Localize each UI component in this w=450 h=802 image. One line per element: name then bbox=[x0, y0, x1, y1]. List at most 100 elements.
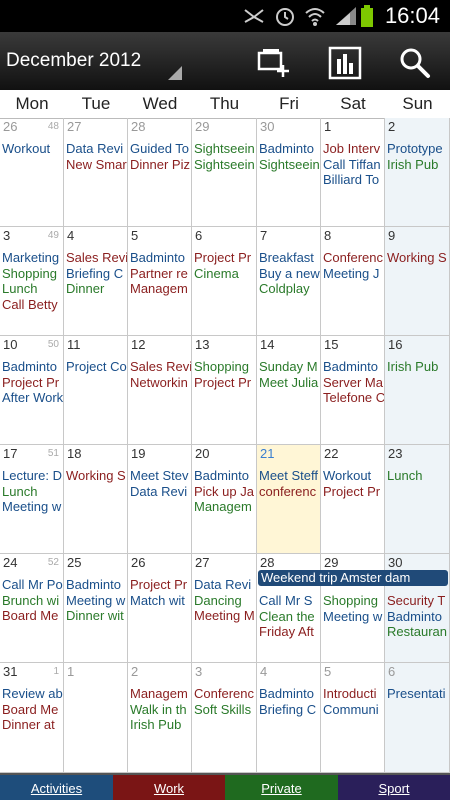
day-cell[interactable]: 25 Badminto Meeting w Dinner wit bbox=[64, 554, 128, 663]
event-item[interactable]: Dinner bbox=[66, 281, 104, 296]
event-item[interactable]: Partner re bbox=[130, 266, 188, 281]
event-item[interactable]: Project Pr bbox=[194, 250, 251, 265]
event-item[interactable]: Board Me bbox=[2, 702, 58, 717]
day-cell[interactable]: 6 Presentati bbox=[385, 663, 450, 773]
day-cell[interactable]: 22 Workout Project Pr bbox=[321, 445, 385, 554]
event-item[interactable]: Dancing bbox=[194, 593, 242, 608]
day-cell[interactable]: 18 Working S bbox=[64, 445, 128, 554]
day-cell[interactable]: 27 Data Revi Dancing Meeting M bbox=[192, 554, 257, 663]
event-item[interactable]: Server Ma bbox=[323, 375, 383, 390]
event-item[interactable]: Call Mr Po bbox=[2, 577, 63, 592]
event-item[interactable]: Meeting w bbox=[66, 593, 125, 608]
day-cell[interactable]: 26 48 Workout bbox=[0, 118, 64, 227]
multi-day-event[interactable]: Weekend trip Amster dam bbox=[258, 570, 448, 586]
day-cell[interactable]: 13 Shopping Project Pr bbox=[192, 336, 257, 445]
event-item[interactable]: Coldplay bbox=[259, 281, 310, 296]
event-item[interactable]: Match wit bbox=[130, 593, 185, 608]
day-cell[interactable]: 23 Lunch bbox=[385, 445, 450, 554]
day-cell[interactable]: 27 Data Revi New Smar bbox=[64, 118, 128, 227]
event-item[interactable]: Conferenc bbox=[323, 250, 383, 265]
event-item[interactable]: Badminto bbox=[259, 141, 314, 156]
event-item[interactable]: Conferenc bbox=[194, 686, 254, 701]
event-item[interactable]: Sightseein bbox=[194, 157, 255, 172]
day-cell[interactable]: 5 Badminto Partner re Managem bbox=[128, 227, 192, 336]
event-item[interactable]: Cinema bbox=[194, 266, 239, 281]
event-item[interactable]: Walk in th bbox=[130, 702, 187, 717]
event-item[interactable]: Telefone C bbox=[323, 390, 384, 405]
event-item[interactable]: Meeting w bbox=[2, 499, 61, 514]
day-cell[interactable]: 29 Sightseein Sightseein bbox=[192, 118, 257, 227]
event-item[interactable]: Billiard To bbox=[323, 172, 379, 187]
event-item[interactable]: Networkin bbox=[130, 375, 188, 390]
day-cell[interactable]: 17 51 Lecture: D Lunch Meeting w bbox=[0, 445, 64, 554]
day-cell[interactable]: 9 Working S bbox=[385, 227, 450, 336]
day-cell[interactable]: 2 Managem Walk in th Irish Pub bbox=[128, 663, 192, 773]
event-item[interactable]: Working S bbox=[387, 250, 447, 265]
day-cell[interactable]: 6 Project Pr Cinema bbox=[192, 227, 257, 336]
event-item[interactable]: Presentati bbox=[387, 686, 446, 701]
day-cell[interactable]: 16 Irish Pub bbox=[385, 336, 450, 445]
event-item[interactable]: Meet Julia bbox=[259, 375, 318, 390]
event-item[interactable]: Restauran bbox=[387, 624, 447, 639]
event-item[interactable]: Call Betty bbox=[2, 297, 58, 312]
day-cell[interactable]: 11 Project Co bbox=[64, 336, 128, 445]
event-item[interactable]: Pick up Ja bbox=[194, 484, 254, 499]
event-item[interactable]: Shopping bbox=[194, 359, 249, 374]
event-item[interactable]: Sightseein bbox=[194, 141, 255, 156]
day-cell[interactable]: 14 Sunday M Meet Julia bbox=[257, 336, 321, 445]
event-item[interactable]: Sales Revi bbox=[66, 250, 127, 265]
event-item[interactable]: Review ab bbox=[2, 686, 63, 701]
day-cell[interactable]: 5 Introducti Communi bbox=[321, 663, 385, 773]
event-item[interactable]: Meeting w bbox=[323, 609, 382, 624]
event-item[interactable]: Sightseein bbox=[259, 157, 320, 172]
event-item[interactable]: Introducti bbox=[323, 686, 376, 701]
event-item[interactable]: Meet Steff bbox=[259, 468, 318, 483]
event-item[interactable]: Data Revi bbox=[66, 141, 123, 156]
event-item[interactable]: Badminto bbox=[387, 609, 442, 624]
event-item[interactable]: Soft Skills bbox=[194, 702, 251, 717]
event-item[interactable]: Project Co bbox=[66, 359, 127, 374]
event-item[interactable]: Guided To bbox=[130, 141, 189, 156]
day-cell[interactable]: 20 Badminto Pick up Ja Managem bbox=[192, 445, 257, 554]
event-item[interactable]: Lunch bbox=[2, 281, 37, 296]
event-item[interactable]: Managem bbox=[130, 686, 188, 701]
event-item[interactable]: Badminto bbox=[259, 686, 314, 701]
search-button[interactable] bbox=[392, 40, 438, 86]
day-cell[interactable]: 10 50 Badminto Project Pr After Work bbox=[0, 336, 64, 445]
event-item[interactable]: Managem bbox=[130, 281, 188, 296]
day-cell[interactable]: 19 Meet Stev Data Revi bbox=[128, 445, 192, 554]
event-item[interactable]: Project Pr bbox=[194, 375, 251, 390]
day-cell[interactable]: 12 Sales Revi Networkin bbox=[128, 336, 192, 445]
legend-private[interactable]: Private bbox=[225, 773, 338, 800]
month-title[interactable]: December 2012 bbox=[6, 50, 141, 72]
event-item[interactable]: conferenc bbox=[259, 484, 316, 499]
legend-work[interactable]: Work bbox=[113, 773, 225, 800]
event-item[interactable]: Meeting M bbox=[194, 608, 255, 623]
event-item[interactable]: Lunch bbox=[387, 468, 422, 483]
event-item[interactable]: Badminto bbox=[66, 577, 121, 592]
day-cell[interactable]: 1 Job Interv Call Tiffan Billiard To bbox=[321, 118, 385, 227]
event-item[interactable]: Badminto bbox=[323, 359, 378, 374]
day-cell[interactable]: 4 Badminto Briefing C bbox=[257, 663, 321, 773]
event-item[interactable]: Working S bbox=[66, 468, 126, 483]
event-item[interactable]: Friday Aft bbox=[259, 624, 314, 639]
event-item[interactable]: Data Revi bbox=[194, 577, 251, 592]
event-item[interactable]: Meet Stev bbox=[130, 468, 189, 483]
day-cell[interactable]: 28 Guided To Dinner Piz bbox=[128, 118, 192, 227]
day-cell[interactable]: 26 Project Pr Match wit bbox=[128, 554, 192, 663]
event-item[interactable]: Security T bbox=[387, 593, 445, 608]
event-item[interactable]: Sales Revi bbox=[130, 359, 191, 374]
day-cell[interactable]: 3 Conferenc Soft Skills bbox=[192, 663, 257, 773]
event-item[interactable]: Badminto bbox=[194, 468, 249, 483]
event-item[interactable]: Project Pr bbox=[2, 375, 59, 390]
statistics-button[interactable] bbox=[322, 40, 368, 86]
event-item[interactable]: Briefing C bbox=[259, 702, 316, 717]
event-item[interactable]: Prototype bbox=[387, 141, 443, 156]
event-item[interactable]: Shopping bbox=[2, 266, 57, 281]
day-cell[interactable]: 24 52 Call Mr Po Brunch wi Board Me bbox=[0, 554, 64, 663]
event-item[interactable]: New Smar bbox=[66, 157, 127, 172]
event-item[interactable]: Irish Pub bbox=[387, 359, 438, 374]
event-item[interactable]: Badminto bbox=[130, 250, 185, 265]
day-cell[interactable]: 21 Meet Steff conferenc bbox=[257, 445, 321, 554]
event-item[interactable]: Workout bbox=[2, 141, 50, 156]
